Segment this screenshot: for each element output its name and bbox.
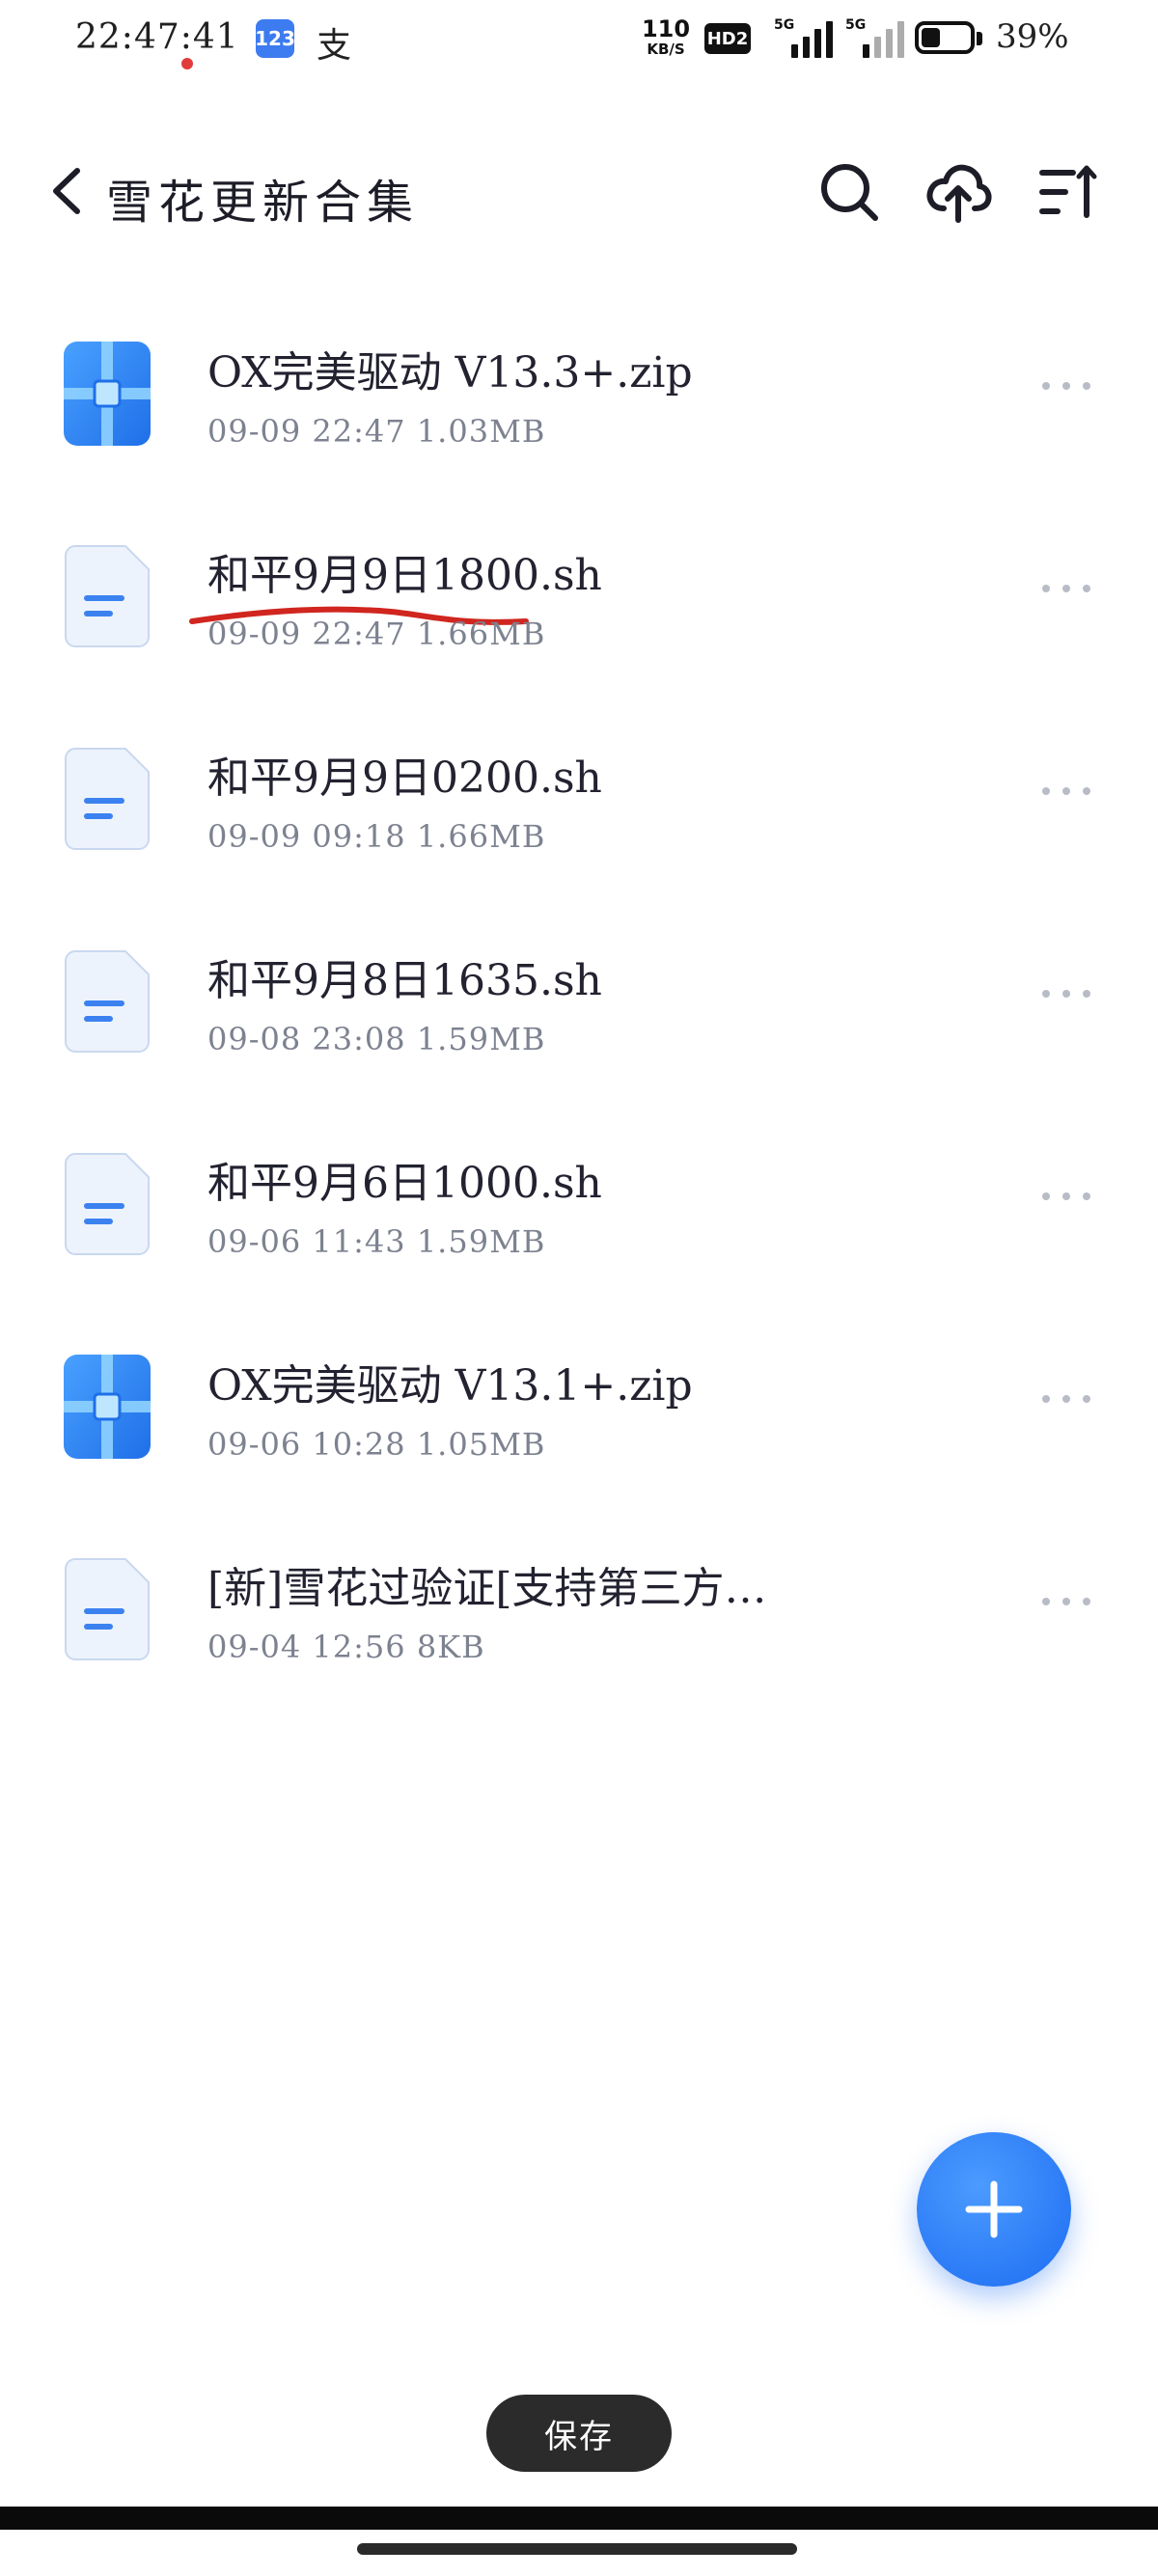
file-meta: 09-06 10:28 1.05MB	[207, 1426, 546, 1463]
status-time: 22:47:41	[75, 17, 239, 57]
file-meta: 09-08 23:08 1.59MB	[207, 1021, 546, 1057]
chevron-left-icon	[53, 168, 80, 214]
text-file-icon	[62, 947, 152, 1055]
file-row[interactable]: [新]雪花过验证[支持第三方… 09-04 12:56 8KB	[0, 1505, 1158, 1708]
plus-icon	[965, 2180, 1023, 2238]
file-name: 和平9月9日0200.sh	[207, 754, 602, 803]
file-row[interactable]: 和平9月9日0200.sh 09-09 09:18 1.66MB	[0, 695, 1158, 897]
page-title: 雪花更新合集	[106, 176, 420, 230]
upload-button[interactable]	[924, 158, 992, 226]
text-file-icon	[62, 542, 152, 650]
back-button[interactable]	[42, 162, 91, 220]
text-file-icon	[62, 1555, 152, 1663]
network-speed-unit: KB/S	[647, 41, 685, 58]
search-button[interactable]	[815, 158, 883, 226]
network-speed: 110 KB/S	[637, 17, 695, 58]
status-bar: 22:47:41 123 支 110 KB/S HD2 5G 5G 39%	[0, 0, 1158, 87]
file-row[interactable]: 和平9月8日1635.sh 09-08 23:08 1.59MB	[0, 897, 1158, 1100]
cloud-upload-icon	[926, 164, 992, 223]
file-row[interactable]: 和平9月9日1800.sh 09-09 22:47 1.66MB	[0, 492, 1158, 695]
battery-percent: 39%	[996, 17, 1069, 56]
file-name: 和平9月6日1000.sh	[207, 1159, 602, 1208]
bottom-bar	[0, 2507, 1158, 2530]
text-file-icon	[62, 745, 152, 853]
search-icon	[821, 164, 878, 221]
more-options-button[interactable]	[1042, 1582, 1090, 1621]
more-options-button[interactable]	[1042, 367, 1090, 405]
file-meta: 09-06 11:43 1.59MB	[207, 1223, 546, 1260]
file-name: OX完美驱动 V13.3+.zip	[207, 348, 693, 397]
sort-icon	[1039, 165, 1097, 218]
file-row[interactable]: OX完美驱动 V13.1+.zip 09-06 10:28 1.05MB	[0, 1302, 1158, 1505]
top-app-bar: 雪花更新合集	[0, 145, 1158, 241]
more-options-button[interactable]	[1042, 1380, 1090, 1418]
save-toast[interactable]: 保存	[486, 2395, 672, 2472]
app-badge-icon: 123	[255, 19, 295, 58]
file-manager-screen: 22:47:41 123 支 110 KB/S HD2 5G 5G 39% 雪花…	[0, 0, 1158, 2576]
file-list: OX完美驱动 V13.3+.zip 09-09 22:47 1.03MB 和平9…	[0, 289, 1158, 1708]
sort-button[interactable]	[1034, 158, 1102, 226]
signal-icon: 5G	[774, 17, 833, 58]
text-file-icon	[62, 1150, 152, 1258]
battery-fill	[922, 28, 940, 47]
file-meta: 09-09 22:47 1.03MB	[207, 413, 546, 450]
more-options-button[interactable]	[1042, 569, 1090, 608]
file-name: OX完美驱动 V13.1+.zip	[207, 1361, 693, 1411]
file-row[interactable]: OX完美驱动 V13.3+.zip 09-09 22:47 1.03MB	[0, 289, 1158, 492]
more-options-button[interactable]	[1042, 772, 1090, 810]
home-indicator[interactable]	[357, 2543, 797, 2555]
file-name: 和平9月9日1800.sh	[207, 551, 602, 600]
more-options-button[interactable]	[1042, 1177, 1090, 1216]
battery-icon	[915, 21, 984, 56]
file-meta: 09-09 09:18 1.66MB	[207, 818, 546, 855]
alipay-icon: 支	[317, 26, 352, 66]
add-button[interactable]	[917, 2132, 1071, 2287]
file-name: 和平9月8日1635.sh	[207, 956, 602, 1005]
recording-dot-icon	[181, 58, 193, 69]
zip-file-icon	[62, 1353, 152, 1461]
signal-icon-2: 5G	[845, 17, 904, 58]
file-meta: 09-09 22:47 1.66MB	[207, 616, 546, 652]
file-name: [新]雪花过验证[支持第三方…	[207, 1564, 767, 1613]
zip-file-icon	[62, 340, 152, 448]
more-options-button[interactable]	[1042, 974, 1090, 1013]
hd-voice-badge: HD2	[704, 23, 751, 54]
file-meta: 09-04 12:56 8KB	[207, 1629, 485, 1665]
file-row[interactable]: 和平9月6日1000.sh 09-06 11:43 1.59MB	[0, 1100, 1158, 1302]
network-speed-value: 110	[641, 15, 691, 42]
